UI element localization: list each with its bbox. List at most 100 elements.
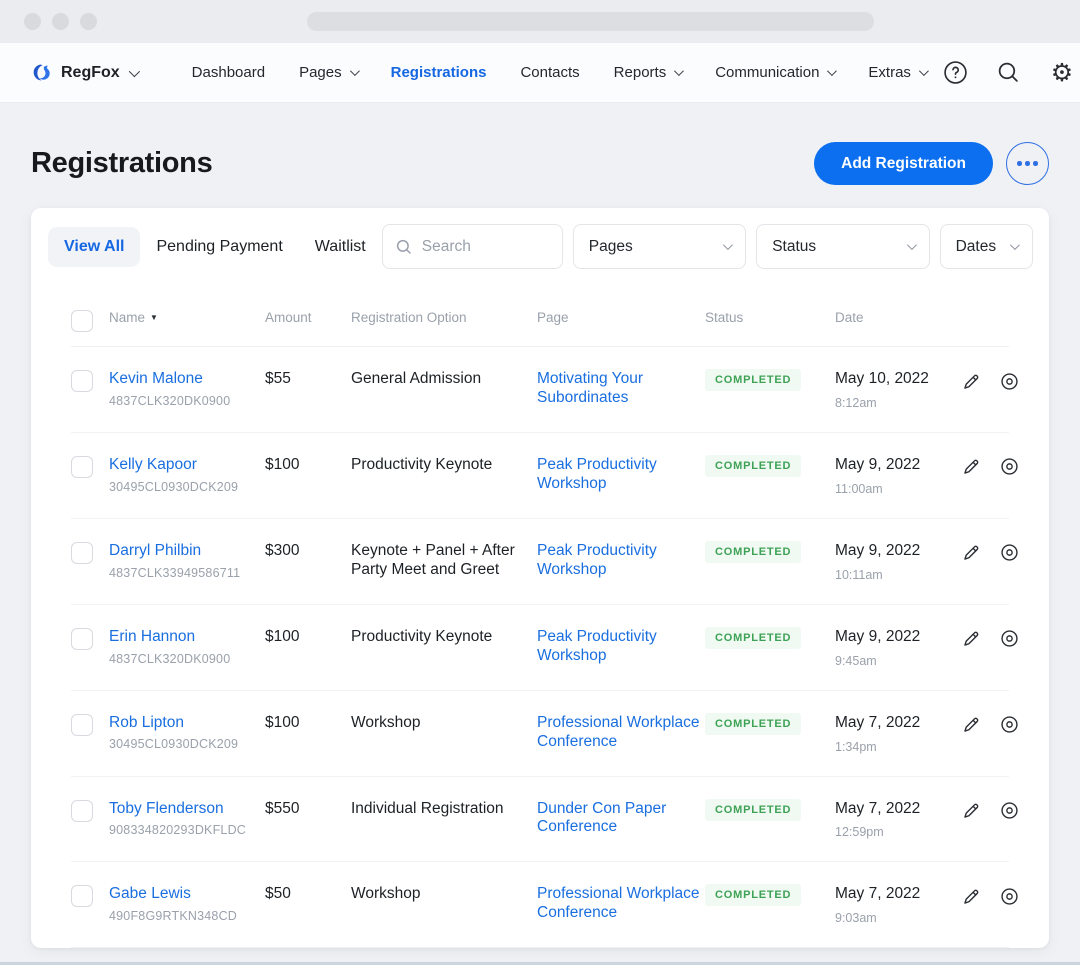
window-control-dot[interactable] [52, 13, 69, 30]
view-icon[interactable] [998, 885, 1020, 907]
row-actions [960, 628, 1020, 650]
page-link[interactable]: Peak Productivity Workshop [537, 628, 657, 664]
view-icon[interactable] [998, 456, 1020, 478]
brand-menu[interactable]: RegFox [30, 61, 140, 85]
registration-option: Workshop [351, 713, 421, 731]
column-header-option[interactable]: Registration Option [351, 310, 537, 325]
edit-icon[interactable] [960, 628, 982, 650]
tab-waitlist[interactable]: Waitlist [299, 227, 382, 267]
window-control-dot[interactable] [24, 13, 41, 30]
table-body: Kevin Malone 4837CLK320DK0900 $55 Genera… [71, 347, 1018, 948]
registrant-name-link[interactable]: Rob Lipton [109, 714, 265, 732]
page-link[interactable]: Professional Workplace Conference [537, 714, 700, 750]
table-row: Darryl Philbin 4837CLK33949586711 $300 K… [71, 519, 1018, 605]
status-dropdown[interactable]: Status [756, 224, 930, 269]
column-header-amount[interactable]: Amount [265, 310, 351, 325]
edit-icon[interactable] [960, 370, 982, 392]
ellipsis-icon [1017, 161, 1022, 166]
page-link[interactable]: Peak Productivity Workshop [537, 542, 657, 578]
registration-time: 1:34pm [835, 739, 877, 754]
more-options-button[interactable] [1006, 142, 1049, 185]
registration-option: Individual Registration [351, 799, 504, 817]
tab-view-all[interactable]: View All [48, 226, 141, 267]
view-icon[interactable] [998, 714, 1020, 736]
amount-value: $100 [265, 713, 300, 731]
page-link[interactable]: Motivating Your Subordinates [537, 370, 643, 406]
registration-option: General Admission [351, 370, 482, 387]
tab-pending-payment[interactable]: Pending Payment [140, 227, 298, 267]
registration-date: May 7, 2022 [835, 885, 921, 903]
registration-id: 4837CLK33949586711 [109, 565, 241, 580]
registration-id: 4837CLK320DK0900 [109, 651, 231, 666]
edit-icon[interactable] [960, 714, 982, 736]
row-checkbox[interactable] [71, 713, 93, 736]
row-checkbox[interactable] [71, 455, 93, 478]
nav-item-contacts[interactable]: Contacts [520, 64, 579, 81]
chevron-down-icon [918, 66, 929, 77]
edit-icon[interactable] [960, 542, 982, 564]
page-link[interactable]: Professional Workplace Conference [537, 885, 700, 921]
row-checkbox[interactable] [71, 627, 93, 650]
registrant-name-link[interactable]: Gabe Lewis [109, 885, 265, 903]
registrant-name-link[interactable]: Toby Flenderson [109, 800, 265, 818]
nav-item-dashboard[interactable]: Dashboard [192, 64, 265, 81]
edit-icon[interactable] [960, 456, 982, 478]
column-header-page[interactable]: Page [537, 310, 705, 325]
add-registration-button[interactable]: Add Registration [814, 142, 993, 185]
chevron-down-icon [906, 240, 917, 251]
amount-value: $100 [265, 455, 300, 473]
page-link[interactable]: Dunder Con Paper Conference [537, 800, 666, 836]
window-control-dot[interactable] [80, 13, 97, 30]
column-header-date[interactable]: Date [835, 310, 960, 325]
search-icon[interactable] [996, 60, 1022, 86]
pages-dropdown[interactable]: Pages [572, 224, 747, 269]
registrant-name-link[interactable]: Darryl Philbin [109, 542, 265, 560]
row-actions [960, 714, 1020, 736]
address-bar[interactable] [307, 12, 874, 31]
nav-item-communication[interactable]: Communication [715, 64, 838, 81]
status-badge: COMPLETED [705, 369, 802, 391]
search-box[interactable] [381, 224, 563, 269]
select-all-checkbox[interactable] [71, 310, 93, 332]
row-checkbox[interactable] [71, 799, 93, 822]
column-header-status[interactable]: Status [705, 310, 835, 325]
registration-date: May 9, 2022 [835, 627, 921, 645]
pages-dropdown-label: Pages [588, 237, 633, 255]
nav-item-reports[interactable]: Reports [614, 64, 685, 81]
page-link[interactable]: Peak Productivity Workshop [537, 456, 657, 492]
view-icon[interactable] [998, 542, 1020, 564]
registration-date: May 7, 2022 [835, 799, 921, 817]
amount-value: $300 [265, 541, 300, 559]
view-icon[interactable] [998, 370, 1020, 392]
edit-icon[interactable] [960, 800, 982, 822]
row-checkbox[interactable] [71, 541, 93, 564]
amount-value: $50 [265, 885, 291, 903]
row-actions [960, 800, 1020, 822]
row-checkbox[interactable] [71, 370, 93, 392]
registrant-name-link[interactable]: Erin Hannon [109, 628, 265, 646]
view-icon[interactable] [998, 800, 1020, 822]
view-icon[interactable] [998, 628, 1020, 650]
registrant-name-link[interactable]: Kevin Malone [109, 370, 265, 388]
search-input[interactable] [421, 237, 550, 256]
chevron-down-icon [723, 240, 734, 251]
registrant-name-link[interactable]: Kelly Kapoor [109, 456, 265, 474]
nav-item-pages[interactable]: Pages [299, 64, 360, 81]
status-badge: COMPLETED [705, 626, 802, 649]
edit-icon[interactable] [960, 885, 982, 907]
column-header-name[interactable]: Name ▼ [109, 310, 265, 325]
nav-item-extras[interactable]: Extras [868, 64, 929, 81]
top-nav: RegFox Dashboard Pages Registrations Con… [0, 43, 1080, 103]
nav-item-registrations[interactable]: Registrations [391, 64, 487, 81]
page-title: Registrations [31, 147, 213, 179]
main-content: Registrations Add Registration View All … [0, 103, 1080, 962]
ellipsis-icon [1025, 161, 1030, 166]
help-icon[interactable] [943, 60, 969, 86]
dates-dropdown[interactable]: Dates [939, 224, 1034, 269]
registration-option: Productivity Keynote [351, 627, 493, 645]
row-checkbox[interactable] [71, 885, 93, 908]
chevron-down-icon [674, 66, 685, 77]
chevron-down-icon [128, 65, 140, 77]
settings-icon[interactable]: ⚙ [1049, 60, 1075, 86]
ellipsis-icon [1033, 161, 1038, 166]
